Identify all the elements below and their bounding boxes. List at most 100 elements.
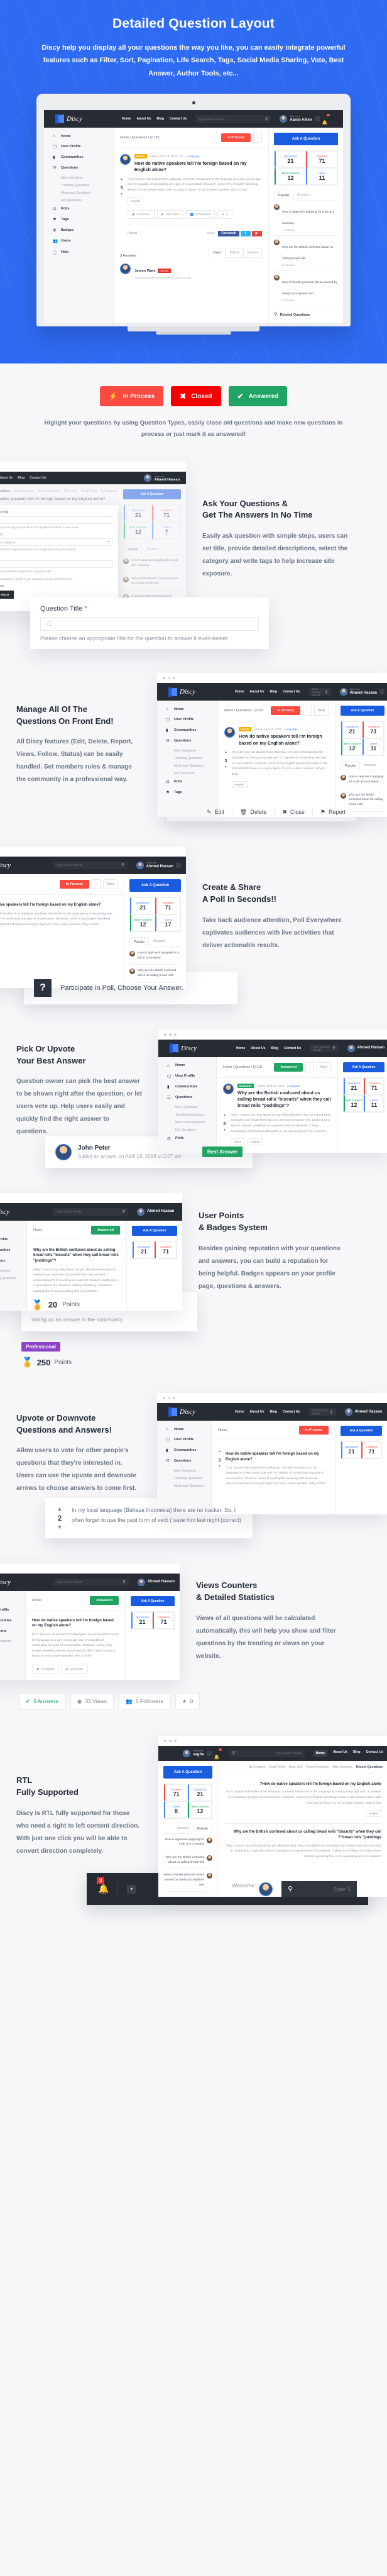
sidebar-item-home[interactable]: ⌂Home	[0, 1227, 26, 1231]
sidebar-item-badges[interactable]: ♛ Badges	[53, 228, 113, 233]
question-category[interactable]: Language	[187, 155, 199, 158]
arrow-down-icon[interactable]: ▼	[218, 1465, 221, 1468]
search-input[interactable]: ⚲ Type S	[281, 1881, 357, 1897]
facebook-share-button[interactable]: Facebook	[218, 230, 239, 236]
sidebar-sub-must-read-questions[interactable]: Must read Questions	[174, 1484, 211, 1488]
sidebar-item-home[interactable]: ⌂Home	[166, 707, 217, 711]
search-input[interactable]: ⚲ Type Search Words	[229, 1749, 305, 1757]
ask-question-button[interactable]: Ask A Question	[163, 1765, 212, 1779]
question-title[interactable]: How do native speakers tell I'm foreign …	[134, 160, 262, 174]
pager-prev-button[interactable]: ‹	[92, 879, 101, 889]
user-menu[interactable]: Welcome Aaron Aiken 🔔 3	[280, 114, 330, 125]
list-item[interactable]: Why are the British confused about us ca…	[123, 573, 181, 591]
sidebar-item-user-profile[interactable]: ▢User Profile	[0, 1607, 25, 1613]
badge-closed[interactable]: ✖ Closed	[171, 386, 221, 407]
sidebar-item-user-profile[interactable]: ▢User Profile	[0, 1237, 26, 1242]
nav-item-about[interactable]: About Us	[251, 1046, 265, 1050]
counter-views[interactable]: ◉ 33 Views	[70, 1693, 114, 1709]
pager-next-button[interactable]: Next	[102, 879, 117, 889]
sidebar-item-communities[interactable]: ▮ Communities	[53, 155, 113, 160]
tab-answers[interactable]: Answers	[143, 545, 162, 554]
ask-question-button[interactable]: Ask A Question	[343, 1062, 384, 1072]
arrow-up-icon[interactable]: ▲	[120, 177, 123, 181]
question-tag[interactable]: english	[231, 781, 248, 789]
sidebar-sub-new-questions[interactable]: New Questions	[61, 176, 113, 180]
nav-item-about[interactable]: About Us	[333, 1750, 347, 1757]
counter-star[interactable]: ★ 0	[175, 1693, 200, 1709]
pager-next-button[interactable]: Next	[313, 706, 329, 716]
tab-recent-questions[interactable]: Recent Questions	[0, 489, 11, 493]
tab-recent-answers[interactable]: Recent Answers	[38, 489, 60, 493]
tab-recent[interactable]: Recent	[243, 247, 262, 258]
chevron-down-icon[interactable]: ▾	[127, 1884, 136, 1894]
search-input[interactable]: Type Search Words ⚲	[195, 115, 271, 123]
arrow-up-icon[interactable]: ▲	[223, 1113, 226, 1117]
breadcrumb-questions[interactable]: Questions	[236, 709, 251, 713]
sidebar-item-tags[interactable]: ⚑ Tags	[166, 790, 217, 795]
question-category[interactable]: Language	[287, 1084, 300, 1087]
breadcrumb-home[interactable]: Home	[32, 1599, 41, 1602]
tab-most-voted[interactable]: Most Voted	[81, 489, 97, 493]
stat-answers[interactable]: ▣ 3 Answers	[127, 209, 155, 219]
nav-item-home[interactable]: Home	[235, 1410, 244, 1414]
app-logo[interactable]: Discy	[49, 114, 117, 125]
sidebar-sub-must-read-questions[interactable]: Must read Questions	[175, 1121, 216, 1124]
arrow-down-icon[interactable]: ▼	[120, 192, 123, 196]
chevron-down-icon[interactable]	[314, 116, 320, 122]
ask-question-button[interactable]: Ask A Question	[132, 1225, 177, 1236]
answer-author[interactable]: James Ware	[134, 269, 156, 273]
nav-item-contact[interactable]: Contact Us	[366, 1750, 383, 1757]
sidebar-sub-trending-questions[interactable]: Trending Questions	[61, 184, 113, 187]
list-item[interactable]: Why are the British confused about us ca…	[274, 236, 338, 272]
sidebar-sub-trending-questions[interactable]: Trending Questions	[174, 757, 217, 760]
sidebar-item-communities[interactable]: ▮Communities	[167, 1084, 216, 1089]
nav-item-blog[interactable]: Blog	[156, 117, 164, 121]
question-title[interactable]: How do native speakers tell I'm foreign …	[239, 733, 329, 747]
badge-answered[interactable]: ✔ Answered	[228, 386, 288, 407]
sidebar-sub-must-read-questions[interactable]: Must read Questions	[61, 191, 113, 195]
vote-column[interactable]: ▲ 3 ▼	[120, 177, 123, 236]
list-item[interactable]: How to approach applying for a job at a …	[341, 771, 384, 789]
sidebar-item-communities[interactable]: ▮Communities	[0, 1248, 26, 1253]
tab-no-answers[interactable]: No Answers	[249, 1765, 266, 1769]
nav-item-blog[interactable]: Blog	[271, 1046, 278, 1050]
question-title-input[interactable]	[0, 516, 112, 525]
sidebar-sub-new-questions[interactable]: New Questions	[0, 1269, 26, 1273]
close-button[interactable]: ✖ Close	[275, 808, 313, 816]
sidebar-item-user-profile[interactable]: ▢User Profile	[166, 1437, 211, 1442]
delete-button[interactable]: 🗑 Delete	[232, 808, 275, 816]
sidebar-sub-trending-questions[interactable]: Trending Questions	[175, 1113, 216, 1117]
arrow-down-icon[interactable]: ▼	[55, 1524, 64, 1531]
best-answer-author[interactable]: John Peter	[78, 1145, 182, 1152]
sidebar-item-polls[interactable]: ⚖ Polls	[53, 206, 113, 211]
stat-views[interactable]: ◉ 105 Views	[61, 1664, 88, 1674]
sidebar-item-home[interactable]: ⌂ Home	[53, 134, 113, 138]
status-badge[interactable]: In Process	[59, 879, 90, 889]
sidebar-item-home[interactable]: ⌂Home	[0, 1597, 25, 1602]
vote-column[interactable]: ▲ 3 ▼	[218, 1450, 221, 1487]
sidebar-item-home[interactable]: ⌂Home	[166, 1427, 211, 1431]
sidebar-sub-new-questions[interactable]: New Questions	[174, 1469, 211, 1473]
tab-recent-answers[interactable]: Recent Answers	[306, 1765, 329, 1769]
search-input[interactable]: Type Search Words ⚲	[54, 1578, 129, 1586]
tab-most-answers[interactable]: Most Answers	[332, 1765, 352, 1769]
nav-item-blog[interactable]: Blog	[270, 690, 277, 694]
search-input[interactable]: Type Search Words ⚲	[310, 1044, 339, 1052]
tags-input[interactable]	[0, 560, 112, 569]
question-tag[interactable]: british	[230, 1138, 245, 1146]
breadcrumb-home[interactable]: Home	[218, 1428, 227, 1432]
ask-question-button[interactable]: Ask A Question	[274, 133, 338, 146]
breadcrumb-home[interactable]: Home	[223, 1065, 232, 1069]
sidebar-item-communities[interactable]: ▮Communities	[0, 1618, 25, 1623]
question-category[interactable]: Language	[285, 728, 297, 731]
breadcrumb-questions[interactable]: Questions	[132, 136, 147, 140]
sidebar-sub-new-questions[interactable]: New Questions	[175, 1106, 216, 1109]
sidebar-item-user-profile[interactable]: ▢User Profile	[167, 1074, 216, 1079]
tab-popular[interactable]: Popular	[341, 761, 361, 772]
chevron-down-icon[interactable]	[176, 862, 181, 868]
nav-item-about[interactable]: About Us	[249, 1410, 264, 1414]
tab-popular[interactable]: Popular	[274, 191, 294, 201]
stat-star[interactable]: ★ 3	[217, 209, 232, 219]
user-menu[interactable]: Ahmed Hassan	[137, 1578, 175, 1586]
pager-prev-button[interactable]: ‹	[305, 1062, 314, 1072]
